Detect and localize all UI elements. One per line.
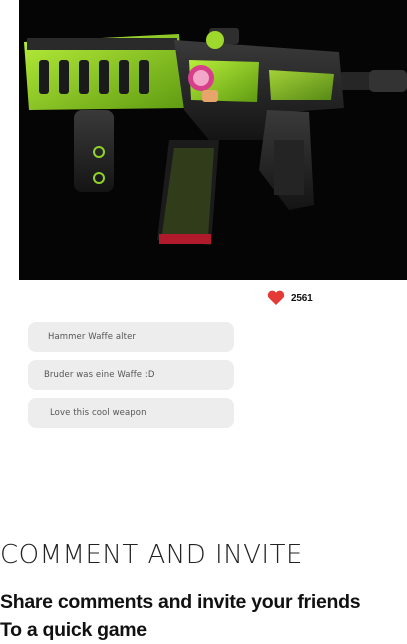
comment-item: Bruder was eine Waffe :D (28, 360, 234, 390)
comment-item: Love this cool weapon (28, 398, 234, 428)
section-subtitle: Share comments and invite your friends T… (0, 588, 361, 644)
weapon-image (19, 0, 407, 280)
heart-icon[interactable] (267, 290, 285, 306)
subtitle-line: Share comments and invite your friends (0, 591, 361, 613)
likes: 2561 (267, 289, 313, 307)
section-title: COMMENT AND INVITE (0, 540, 303, 570)
likes-count: 2561 (291, 292, 313, 304)
comment-item: Hammer Waffe alter (28, 322, 234, 352)
subtitle-line: To a quick game (0, 619, 147, 641)
comment-list: Hammer Waffe alter Bruder was eine Waffe… (28, 322, 234, 436)
